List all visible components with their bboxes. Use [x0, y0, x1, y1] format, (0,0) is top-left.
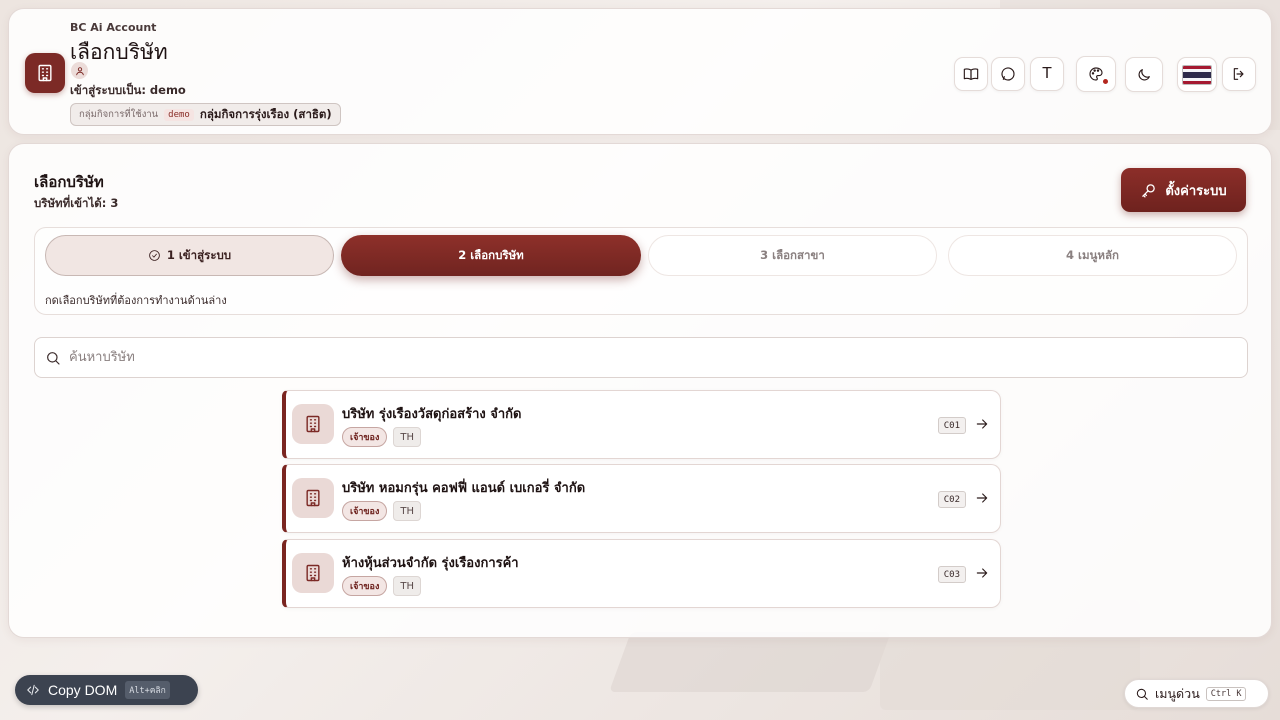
company-code: C01	[937, 417, 966, 434]
step-label: 4 เมนูหลัก	[1066, 247, 1119, 262]
theme-color-button[interactable]	[1076, 56, 1116, 92]
company-card-c03[interactable]: ห้างหุ้นส่วนจำกัด รุ่งเรืองการค้า เจ้าขอ…	[282, 539, 1001, 608]
quick-menu-shortcut: Ctrl K	[1205, 686, 1247, 701]
accessible-company-count: บริษัทที่เข้าได้: 3	[34, 196, 119, 210]
role-badge: เจ้าของ	[342, 576, 388, 596]
company-name: บริษัท รุ่งเรืองวัสดุก่อสร้าง จำกัด	[342, 407, 522, 422]
language-badge: TH	[393, 501, 421, 521]
theme-indicator-dot	[1102, 78, 1109, 85]
company-code: C02	[937, 491, 966, 508]
search-icon	[1136, 688, 1148, 700]
company-search-input[interactable]	[69, 350, 1169, 365]
code-icon	[27, 684, 39, 696]
copy-dom-label: Copy DOM	[48, 682, 118, 698]
dark-mode-toggle[interactable]	[1125, 57, 1163, 92]
building-icon	[292, 404, 334, 444]
progress-stepper: 1 เข้าสู่ระบบ 2 เลือกบริษัท 3 เลือกสาขา …	[34, 227, 1248, 315]
moon-icon	[1138, 68, 1150, 80]
step-select-company[interactable]: 2 เลือกบริษัท	[341, 235, 641, 276]
arrow-right-icon	[974, 490, 990, 506]
chat-button[interactable]	[991, 57, 1025, 91]
copy-dom-shortcut: Alt+คลิก	[125, 681, 170, 699]
manual-button[interactable]	[954, 57, 988, 91]
role-badge: เจ้าของ	[342, 427, 388, 447]
language-badge: TH	[393, 576, 421, 596]
book-icon	[963, 68, 979, 80]
group-name: กลุ่มกิจการรุ่งเรือง (สาธิต)	[199, 106, 332, 121]
system-settings-label: ตั้งค่าระบบ	[1165, 183, 1227, 199]
check-circle-icon	[149, 250, 160, 261]
key-icon	[1142, 183, 1156, 198]
building-icon	[25, 53, 65, 93]
step-label: 3 เลือกสาขา	[760, 247, 825, 262]
company-select-panel: เลือกบริษัท บริษัทที่เข้าได้: 3 ตั้งค่าร…	[8, 143, 1272, 638]
building-icon	[292, 553, 334, 593]
company-card-c02[interactable]: บริษัท หอมกรุ่น คอฟฟี่ แอนด์ เบเกอรี่ จำ…	[282, 464, 1001, 533]
font-size-button[interactable]: T	[1030, 57, 1064, 91]
step-hint: กดเลือกบริษัทที่ต้องการทำงานด้านล่าง	[45, 294, 227, 307]
arrow-right-icon	[974, 565, 990, 581]
app-header: BC Ai Account เลือกบริษัท เข้าสู่ระบบเป็…	[8, 8, 1272, 135]
company-search[interactable]	[34, 337, 1248, 378]
company-name: ห้างหุ้นส่วนจำกัด รุ่งเรืองการค้า	[342, 556, 519, 571]
section-title: เลือกบริษัท	[34, 173, 104, 191]
step-select-branch: 3 เลือกสาขา	[648, 235, 937, 276]
thai-flag-icon	[1182, 64, 1212, 85]
step-main-menu: 4 เมนูหลัก	[948, 235, 1237, 276]
logout-button[interactable]	[1222, 57, 1256, 91]
company-name: บริษัท หอมกรุ่น คอฟฟี่ แอนด์ เบเกอรี่ จำ…	[342, 481, 586, 496]
text-size-icon: T	[1042, 65, 1052, 82]
system-settings-button[interactable]: ตั้งค่าระบบ	[1121, 168, 1246, 212]
copy-dom-button[interactable]: Copy DOM Alt+คลิก	[15, 675, 198, 705]
quick-menu-button[interactable]: เมนูด่วน Ctrl K	[1124, 679, 1269, 708]
step-label: 1 เข้าสู่ระบบ	[166, 247, 232, 262]
language-badge: TH	[393, 427, 421, 447]
group-label: กลุ่มกิจการที่ใช้งาน	[79, 109, 159, 120]
building-icon	[292, 478, 334, 518]
logged-in-user: เข้าสู่ระบบเป็น: demo	[70, 83, 186, 97]
chat-icon	[1001, 67, 1015, 81]
step-label: 2 เลือกบริษัท	[458, 247, 524, 262]
business-group-badge: กลุ่มกิจการที่ใช้งาน demo กลุ่มกิจการรุ่…	[70, 103, 341, 126]
group-code: demo	[164, 108, 194, 121]
user-icon	[71, 62, 88, 79]
app-name: BC Ai Account	[70, 21, 157, 34]
company-code: C03	[937, 566, 966, 583]
quick-menu-label: เมนูด่วน	[1155, 685, 1200, 701]
step-login[interactable]: 1 เข้าสู่ระบบ	[45, 235, 334, 276]
logout-icon	[1233, 68, 1244, 80]
role-badge: เจ้าของ	[342, 501, 388, 521]
search-icon	[47, 351, 60, 365]
company-card-c01[interactable]: บริษัท รุ่งเรืองวัสดุก่อสร้าง จำกัด เจ้า…	[282, 390, 1001, 459]
arrow-right-icon	[974, 416, 990, 432]
language-button[interactable]	[1177, 57, 1217, 92]
